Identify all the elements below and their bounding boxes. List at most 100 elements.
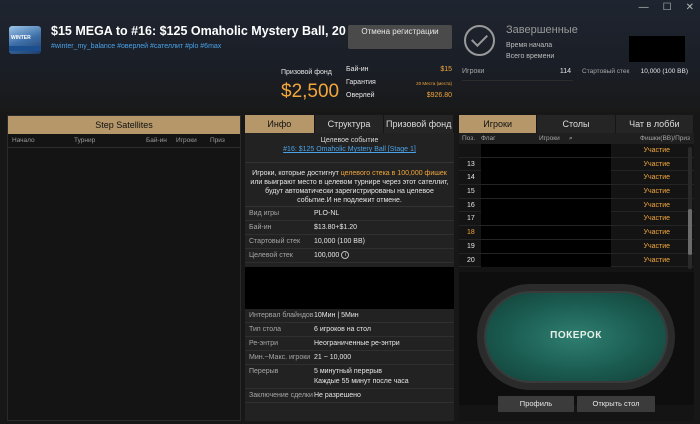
logo-text: WINTER [11,35,31,41]
player-position: 18 [467,229,475,237]
player-status: Участие [643,256,671,264]
step-satellites-header[interactable]: Step Satellites [8,116,240,134]
tab-tables[interactable]: Столы [537,115,616,133]
player-status: Участие [643,242,671,250]
redacted-player [481,144,611,157]
cancel-registration-button[interactable]: Отмена регистрации [348,25,452,49]
player-status: Участие [643,160,671,168]
maximize-icon[interactable]: ☐ [663,2,672,13]
col-start[interactable]: Начало [12,134,74,147]
tournament-tags[interactable]: #winter_my_balance #оверлей #сателлит #p… [51,43,221,50]
info-row: Интервал блайндов 10Мин | 5Мин [245,309,454,323]
target-stack-value: 100,000 [314,252,340,259]
info-label: Гарантия [346,79,376,86]
profile-button[interactable]: Профиль [498,396,574,412]
info-row: Тип стола 6 игроков на стол [245,323,454,337]
tab-players[interactable]: Игроки [459,115,538,133]
row-label: Заключение сделки [249,392,313,399]
player-row[interactable]: 18 Участие [459,226,694,240]
info-row: Мин.~Макс. игроки 21 ~ 10,000 [245,351,454,365]
redacted-player [481,185,611,199]
buyin-info-grid: Бай-ин $15 Гарантия 20 Места (места) Ове… [346,66,452,105]
col-flag[interactable]: Флаг [481,133,539,144]
redacted-area [245,267,454,309]
stack-label: Стартовый стек [582,68,630,75]
player-row[interactable]: 15 Участие [459,185,694,199]
redacted-player [481,253,611,267]
col-chips-prize[interactable]: Фишки(BB)/Приз [619,133,694,144]
player-status: Участие [643,215,671,223]
players-list: Участие 13 Участие 14 Участие 15 Участие 16… [459,144,694,272]
player-position [459,144,481,157]
break-line-1: 5 минутный перерыв [314,368,382,375]
row-value: 6 игроков на стол [314,326,371,333]
player-row[interactable]: Участие [459,144,694,158]
players-panel: Игроки Столы Чат в лобби Поз. Флаг Игрок… [459,115,694,421]
info-tabs: Инфо Структура Призовой фонд [245,115,455,133]
redacted-player [481,171,611,185]
window-controls: — ☐ ✕ [639,2,694,13]
player-position: 13 [467,160,475,168]
tab-prize-pool[interactable]: Призовой фонд [384,115,455,133]
redacted-player [481,239,611,253]
break-line-2: Каждые 55 минут после часа [314,378,409,385]
satellites-columns: Начало Турнир Бай-ин Игроки Приз [8,134,240,148]
player-row[interactable]: 17 Участие [459,212,694,227]
starting-stack: Стартовый стек 10,000 (100 BB) [582,68,690,81]
open-table-button[interactable]: Открыть стол [577,396,655,412]
search-icon[interactable]: ⌕ [569,133,619,144]
player-status: Участие [643,174,671,182]
player-position: 14 [467,174,475,182]
row-label: Перерыв [249,368,279,375]
player-position: 20 [467,256,475,264]
col-position[interactable]: Поз. [459,133,481,144]
player-position: 19 [467,242,475,250]
target-event: Целевое событие #16: $125 Omaholic Myste… [245,133,454,163]
row-value: Неограниченные ре-энтри [314,340,400,347]
player-row[interactable]: 14 Участие [459,171,694,186]
player-row[interactable]: 16 Участие [459,198,694,213]
col-tournament[interactable]: Турнир [74,134,146,147]
redacted-player [481,212,611,226]
row-label: Тип стола [249,326,281,333]
scrollbar-thumb[interactable] [688,209,692,255]
col-buyin[interactable]: Бай-ин [146,134,176,147]
close-icon[interactable]: ✕ [686,2,694,13]
info-value: $926.80 [426,92,452,99]
satellite-note: Игроки, которые достигнут целевого стека… [245,163,454,207]
poker-table: ПОКЕРОК [477,284,675,390]
info-label: Бай-ин [346,66,369,73]
redacted-player [481,198,611,212]
target-event-label: Целевое событие [320,137,379,144]
brand-logo: ПОКЕРОК [550,330,602,341]
info-row: Бай-ин $13.80+$1.20 [245,221,454,235]
table-actions: Профиль Открыть стол [459,396,694,413]
row-value: PLO-NL [314,210,340,217]
info-row: Вид игры PLO-NL [245,207,454,221]
row-label: Интервал блайндов [249,312,314,319]
row-value: 10,000 (100 BB) [314,238,365,245]
players-columns: Поз. Флаг Игроки ⌕ Фишки(BB)/Приз [459,133,694,144]
col-players[interactable]: Игроки [176,134,210,147]
tab-structure[interactable]: Структура [314,115,385,133]
player-row[interactable]: 20 Участие [459,253,694,268]
tournament-title: $15 MEGA to #16: $125 Omaholic Mystery B… [51,24,383,38]
players-tabs: Игроки Столы Чат в лобби [459,115,694,133]
col-prize[interactable]: Приз [210,134,234,147]
player-position: 17 [467,215,475,223]
info-row: Заключение сделки Не разрешено [245,389,454,403]
players-label: Игроки [462,68,485,75]
info-icon[interactable]: i [341,251,350,260]
minimize-icon[interactable]: — [639,2,649,13]
info-row-buyin: Бай-ин $15 [346,66,452,79]
target-event-link[interactable]: #16: $125 Omaholic Mystery Ball [Stage 1… [245,146,454,153]
player-row[interactable]: 19 Участие [459,239,694,254]
player-row[interactable]: 13 Участие [459,157,694,172]
player-status: Участие [643,201,671,209]
col-players[interactable]: Игроки [539,133,569,144]
row-value: 21 ~ 10,000 [314,354,352,361]
players-scrollbar[interactable] [688,147,692,269]
row-label: Целевой стек [249,252,293,259]
tab-info[interactable]: Инфо [245,115,315,133]
tab-lobby-chat[interactable]: Чат в лобби [615,115,694,133]
